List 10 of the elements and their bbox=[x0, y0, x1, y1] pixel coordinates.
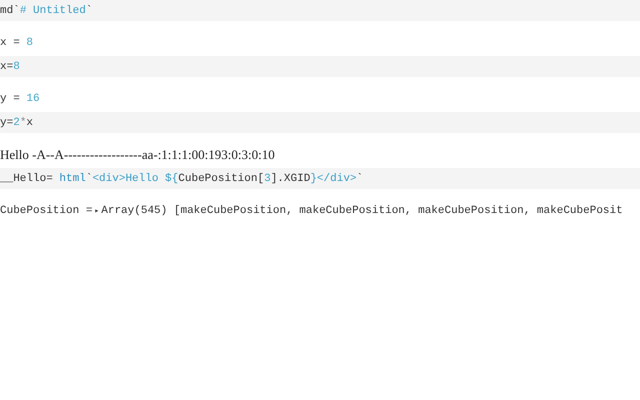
cell-output: Array(545) [makeCubePosition, makeCubePosition, makeCubePosition, makeCubePosit bbox=[101, 205, 623, 217]
code-editor[interactable]: __Hello= html`<div>Hello ${CubePosition[3].XGID}</div>` bbox=[0, 168, 640, 189]
code-editor[interactable]: x=8 bbox=[0, 56, 640, 77]
cell-output: Hello -A--A------------------aa-:1:1:1:00:193:0:3:0:10 bbox=[0, 147, 275, 163]
cell-output: y = 16 bbox=[0, 93, 40, 105]
code-editor[interactable]: md`# Untitled` bbox=[0, 0, 640, 21]
cell-output: x = 8 bbox=[0, 37, 34, 49]
expand-toggle[interactable]: ▸ bbox=[94, 206, 100, 216]
code-editor[interactable]: y=2*x bbox=[0, 112, 640, 133]
cell-output: CubePosition = bbox=[0, 205, 92, 217]
